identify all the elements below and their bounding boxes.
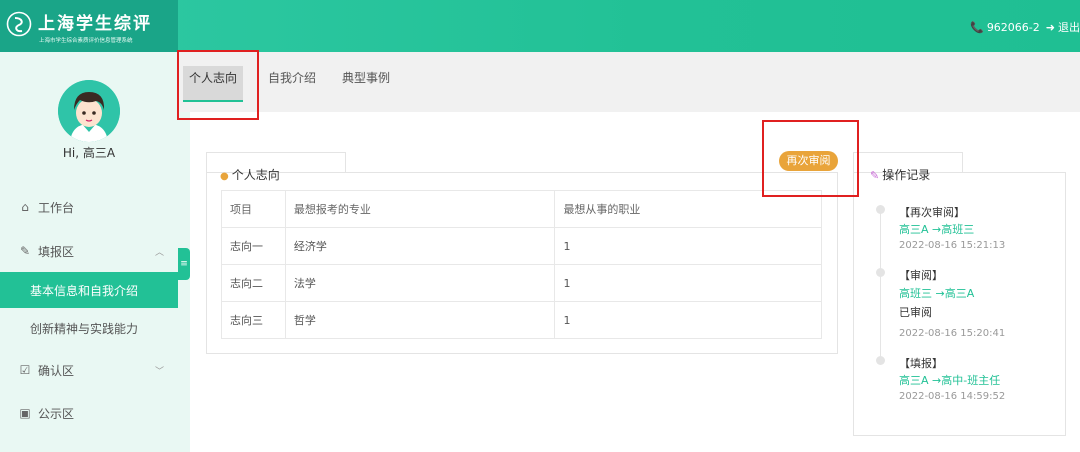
phone-icon: 📞 (970, 20, 984, 34)
sidebar-toggle-button[interactable]: ≡ (178, 248, 190, 280)
sidebar-item-innovation[interactable]: 创新精神与实践能力 (0, 310, 178, 346)
greeting: Hi, 高三A (62, 146, 116, 160)
timeline-dot (876, 268, 885, 277)
record-time: 2022-08-16 14:59:52 (899, 391, 1006, 402)
record-action: 【填报】 (899, 357, 943, 370)
table-header-row: 项目 最想报考的专业 最想从事的职业 (221, 190, 822, 228)
record-time: 2022-08-16 15:21:13 (899, 240, 1006, 251)
sidebar-item-workbench[interactable]: ⌂ 工作台 (0, 189, 178, 225)
record-flow: 高三A →高班三 (899, 223, 975, 236)
table-cell: 志向一 (221, 227, 286, 265)
sidebar-item-label: 填报区 (38, 244, 75, 259)
table-cell: 哲学 (284, 301, 556, 339)
highlight-box-tab (177, 50, 259, 120)
top-bar: 上海学生综评 上海市学生综合素质评价信息管理系统 📞 962066-2 ➜ 退出 (0, 0, 1080, 52)
column-header: 最想报考的专业 (284, 190, 556, 228)
sidebar-item-label: 确认区 (38, 363, 75, 378)
table-cell: 经济学 (284, 227, 556, 265)
header-actions: 📞 962066-2 ➜ 退出 (970, 19, 1080, 35)
brand-title: 上海学生综评 (38, 14, 152, 34)
aspiration-table: 项目 最想报考的专业 最想从事的职业 志向一 经济学 1 志向二 法学 1 志向… (221, 190, 822, 339)
brand: 上海学生综评 上海市学生综合素质评价信息管理系统 (0, 0, 178, 52)
table-row: 志向三 哲学 1 (221, 301, 822, 339)
record-note: 已审阅 (899, 306, 932, 319)
sidebar-item-label: 基本信息和自我介绍 (30, 283, 139, 298)
table-cell: 志向二 (221, 264, 286, 302)
edit-icon: ✎ (19, 244, 31, 258)
record-time: 2022-08-16 15:20:41 (899, 328, 1006, 339)
logo-icon (6, 11, 32, 37)
board-icon: ▣ (19, 406, 31, 420)
sidebar-item-basic-info[interactable]: 基本信息和自我介绍 (0, 272, 178, 308)
avatar (58, 80, 120, 142)
logout-link[interactable]: 退出 (1058, 19, 1080, 35)
avatar-icon (58, 80, 120, 142)
sidebar-item-label: 公示区 (38, 406, 75, 421)
table-cell: 法学 (284, 264, 556, 302)
timeline-line (880, 209, 881, 361)
record-flow: 高班三 →高三A (899, 287, 975, 300)
table-row: 志向二 法学 1 (221, 264, 822, 302)
logout-icon[interactable]: ➜ (1046, 21, 1055, 34)
table-cell: 1 (554, 301, 822, 339)
timeline-dot (876, 205, 885, 214)
timeline-dot (876, 356, 885, 365)
table-cell: 1 (554, 227, 822, 265)
home-icon: ⌂ (21, 200, 29, 214)
column-header: 项目 (221, 190, 286, 228)
tab-typical-cases[interactable]: 典型事例 (342, 66, 390, 102)
table-cell: 志向三 (221, 301, 286, 339)
user-id: 962066-2 (986, 20, 1040, 34)
panel-title: ● 个人志向 (220, 168, 280, 182)
brand-subtitle: 上海市学生综合素质评价信息管理系统 (39, 38, 133, 44)
records-title: ✎ 操作记录 (870, 168, 931, 182)
tab-bar: 个人志向 自我介绍 典型事例 (178, 52, 1080, 112)
record-action: 【再次审阅】 (899, 206, 965, 219)
sidebar-item-label: 工作台 (38, 200, 75, 215)
highlight-box-badge (762, 120, 859, 197)
record-action: 【审阅】 (899, 269, 943, 282)
chevron-up-icon: ︿ (154, 247, 164, 258)
sidebar-item-confirm-area[interactable]: ☑ 确认区 ﹀ (0, 352, 178, 388)
checkbox-icon: ☑ (19, 363, 31, 377)
edit-icon: ✎ (870, 169, 880, 182)
sidebar-item-label: 创新精神与实践能力 (30, 321, 139, 336)
table-cell: 1 (554, 264, 822, 302)
table-row: 志向一 经济学 1 (221, 227, 822, 265)
sidebar-item-fill-area[interactable]: ✎ 填报区 ︿ (0, 233, 178, 269)
person-icon: ● (220, 171, 229, 182)
tab-self-intro[interactable]: 自我介绍 (268, 66, 316, 102)
record-flow: 高三A →高中-班主任 (899, 374, 1001, 387)
sidebar-item-public-area[interactable]: ▣ 公示区 (0, 395, 178, 431)
chevron-down-icon: ﹀ (154, 366, 164, 377)
